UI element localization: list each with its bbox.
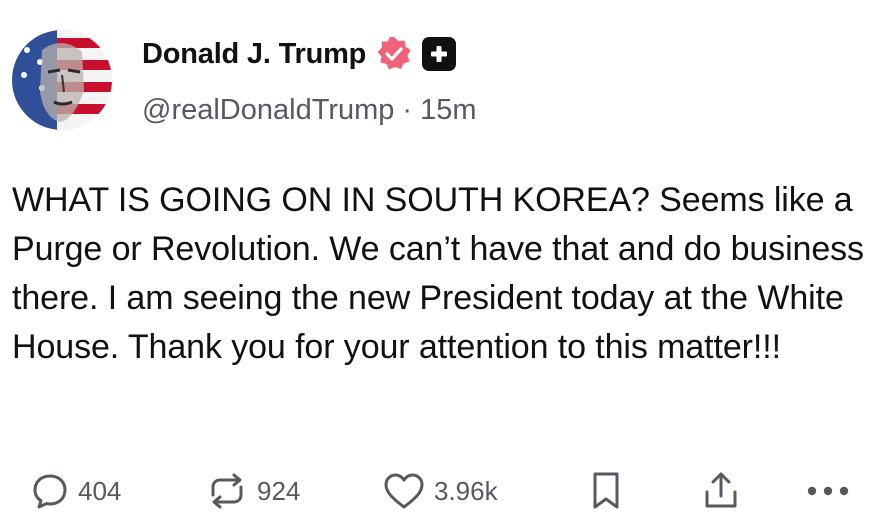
speech-bubble-icon <box>33 474 67 509</box>
reply-button[interactable]: 404 <box>30 466 121 516</box>
share-button[interactable] <box>700 466 742 516</box>
meta-separator: · <box>402 93 413 126</box>
more-dots-icon <box>807 486 849 496</box>
share-upload-icon <box>705 472 737 508</box>
reply-count: 404 <box>78 475 122 506</box>
author-meta-row: @realDonaldTrump · 15m <box>142 90 477 130</box>
plus-badge-icon <box>422 37 457 71</box>
heart-icon <box>384 473 424 509</box>
like-count: 3.96k <box>434 475 498 506</box>
more-options-button[interactable] <box>805 466 851 516</box>
bookmark-icon <box>593 472 619 509</box>
like-button[interactable]: 3.96k <box>382 466 498 516</box>
post-card: Donald J. Trump @realDonaldTrump · 15m W… <box>0 0 871 522</box>
repost-button[interactable]: 924 <box>205 466 300 516</box>
verified-badge-icon <box>377 37 411 70</box>
avatar[interactable] <box>12 30 112 130</box>
post-text: WHAT IS GOING ON IN SOUTH KOREA? Seems l… <box>12 181 864 366</box>
repost-arrows-icon <box>211 473 243 509</box>
repost-count: 924 <box>257 475 301 506</box>
author-handle[interactable]: @realDonaldTrump <box>142 94 394 127</box>
author-name-row: Donald J. Trump <box>142 30 457 78</box>
post-action-bar: 404 924 3.96k <box>0 466 871 516</box>
bookmark-button[interactable] <box>588 466 624 516</box>
post-timestamp[interactable]: 15m <box>420 94 476 127</box>
author-display-name[interactable]: Donald J. Trump <box>142 38 366 71</box>
avatar-image <box>12 30 112 130</box>
